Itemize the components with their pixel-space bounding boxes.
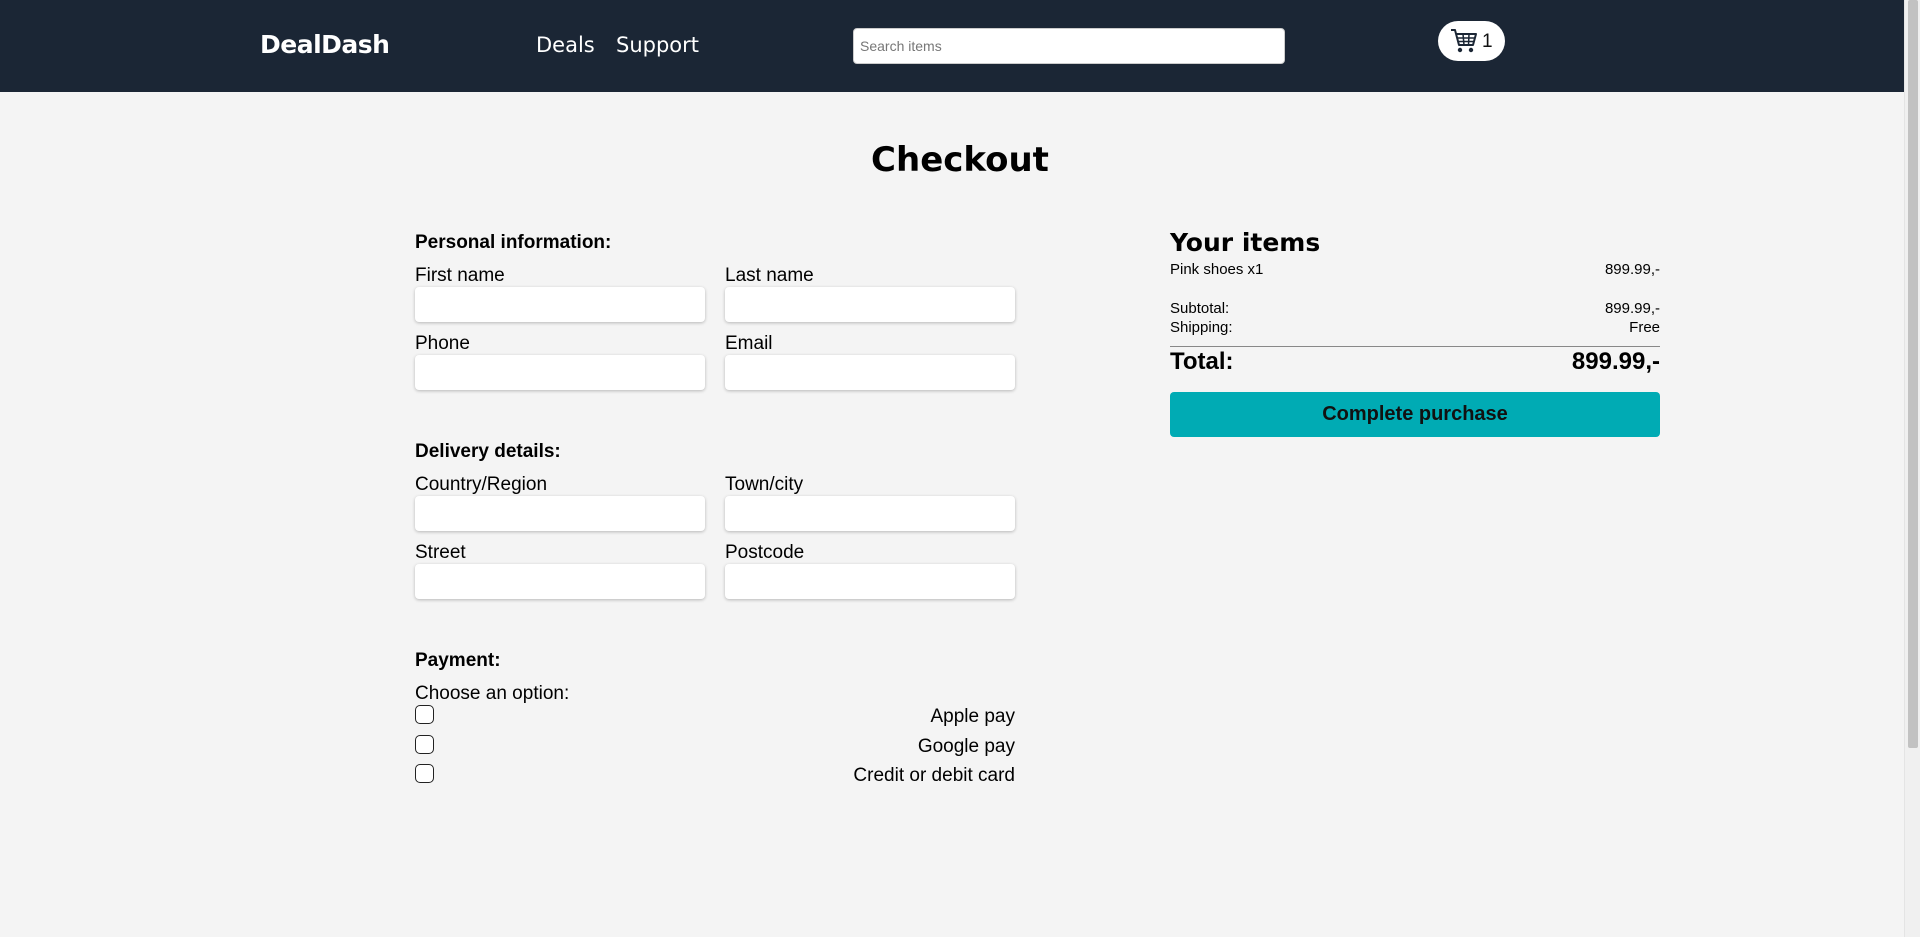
- country-label: Country/Region: [415, 474, 548, 495]
- street-field[interactable]: [415, 564, 705, 599]
- card-label: Credit or debit card: [853, 765, 1015, 786]
- item-name: Pink shoes x1: [1170, 261, 1264, 278]
- payment-heading: Payment:: [415, 650, 501, 671]
- item-price: 899.99,-: [1604, 261, 1660, 278]
- card-checkbox[interactable]: [415, 764, 434, 783]
- phone-label: Phone: [415, 333, 470, 354]
- postcode-label: Postcode: [725, 542, 805, 563]
- payment-option-apple-pay[interactable]: Apple pay: [415, 705, 1015, 729]
- country-field[interactable]: [415, 496, 705, 531]
- email-field[interactable]: [725, 355, 1015, 390]
- town-field[interactable]: [725, 496, 1015, 531]
- payment-prompt: Choose an option:: [415, 683, 570, 704]
- payment-option-google-pay[interactable]: Google pay: [415, 735, 1015, 759]
- last-name-field[interactable]: [725, 287, 1015, 322]
- shipping-row: Shipping: Free: [1170, 319, 1660, 336]
- cart-count: 1: [1482, 31, 1493, 52]
- shipping-label: Shipping:: [1170, 319, 1233, 336]
- first-name-field[interactable]: [415, 287, 705, 322]
- total-row: Total: 899.99,-: [1170, 348, 1660, 376]
- street-label: Street: [415, 542, 466, 563]
- first-name-label: First name: [415, 265, 505, 286]
- page-scrollbar[interactable]: [1904, 0, 1920, 937]
- personal-info-heading: Personal information:: [415, 232, 612, 253]
- summary-divider: [1170, 346, 1660, 347]
- payment-option-card[interactable]: Credit or debit card: [415, 764, 1015, 788]
- last-name-label: Last name: [725, 265, 814, 286]
- summary-heading: Your items: [1170, 228, 1321, 257]
- page-title: Checkout: [871, 140, 1049, 180]
- total-value: 899.99,-: [1571, 348, 1660, 375]
- shipping-value: Free: [1629, 319, 1660, 336]
- search-input[interactable]: [853, 28, 1285, 64]
- town-label: Town/city: [725, 474, 804, 495]
- email-label: Email: [725, 333, 773, 354]
- google-pay-label: Google pay: [917, 736, 1015, 757]
- subtotal-value: 899.99,-: [1604, 300, 1660, 317]
- complete-purchase-button[interactable]: Complete purchase: [1170, 392, 1660, 437]
- total-label: Total:: [1170, 348, 1234, 375]
- nav-link-deals[interactable]: Deals: [536, 33, 595, 57]
- subtotal-label: Subtotal:: [1170, 300, 1230, 317]
- scrollbar-thumb[interactable]: [1908, 0, 1918, 748]
- google-pay-checkbox[interactable]: [415, 735, 434, 754]
- delivery-heading: Delivery details:: [415, 441, 561, 462]
- phone-field[interactable]: [415, 355, 705, 390]
- postcode-field[interactable]: [725, 564, 1015, 599]
- top-navbar: DealDash Deals Support 1: [0, 0, 1904, 92]
- summary-item-row: Pink shoes x1 899.99,-: [1170, 261, 1660, 278]
- apple-pay-label: Apple pay: [930, 706, 1015, 727]
- apple-pay-checkbox[interactable]: [415, 705, 434, 724]
- cart-button[interactable]: 1: [1438, 21, 1505, 61]
- nav-link-support[interactable]: Support: [616, 33, 699, 57]
- cart-icon: [1451, 29, 1477, 53]
- logo[interactable]: DealDash: [260, 30, 390, 59]
- subtotal-row: Subtotal: 899.99,-: [1170, 300, 1660, 317]
